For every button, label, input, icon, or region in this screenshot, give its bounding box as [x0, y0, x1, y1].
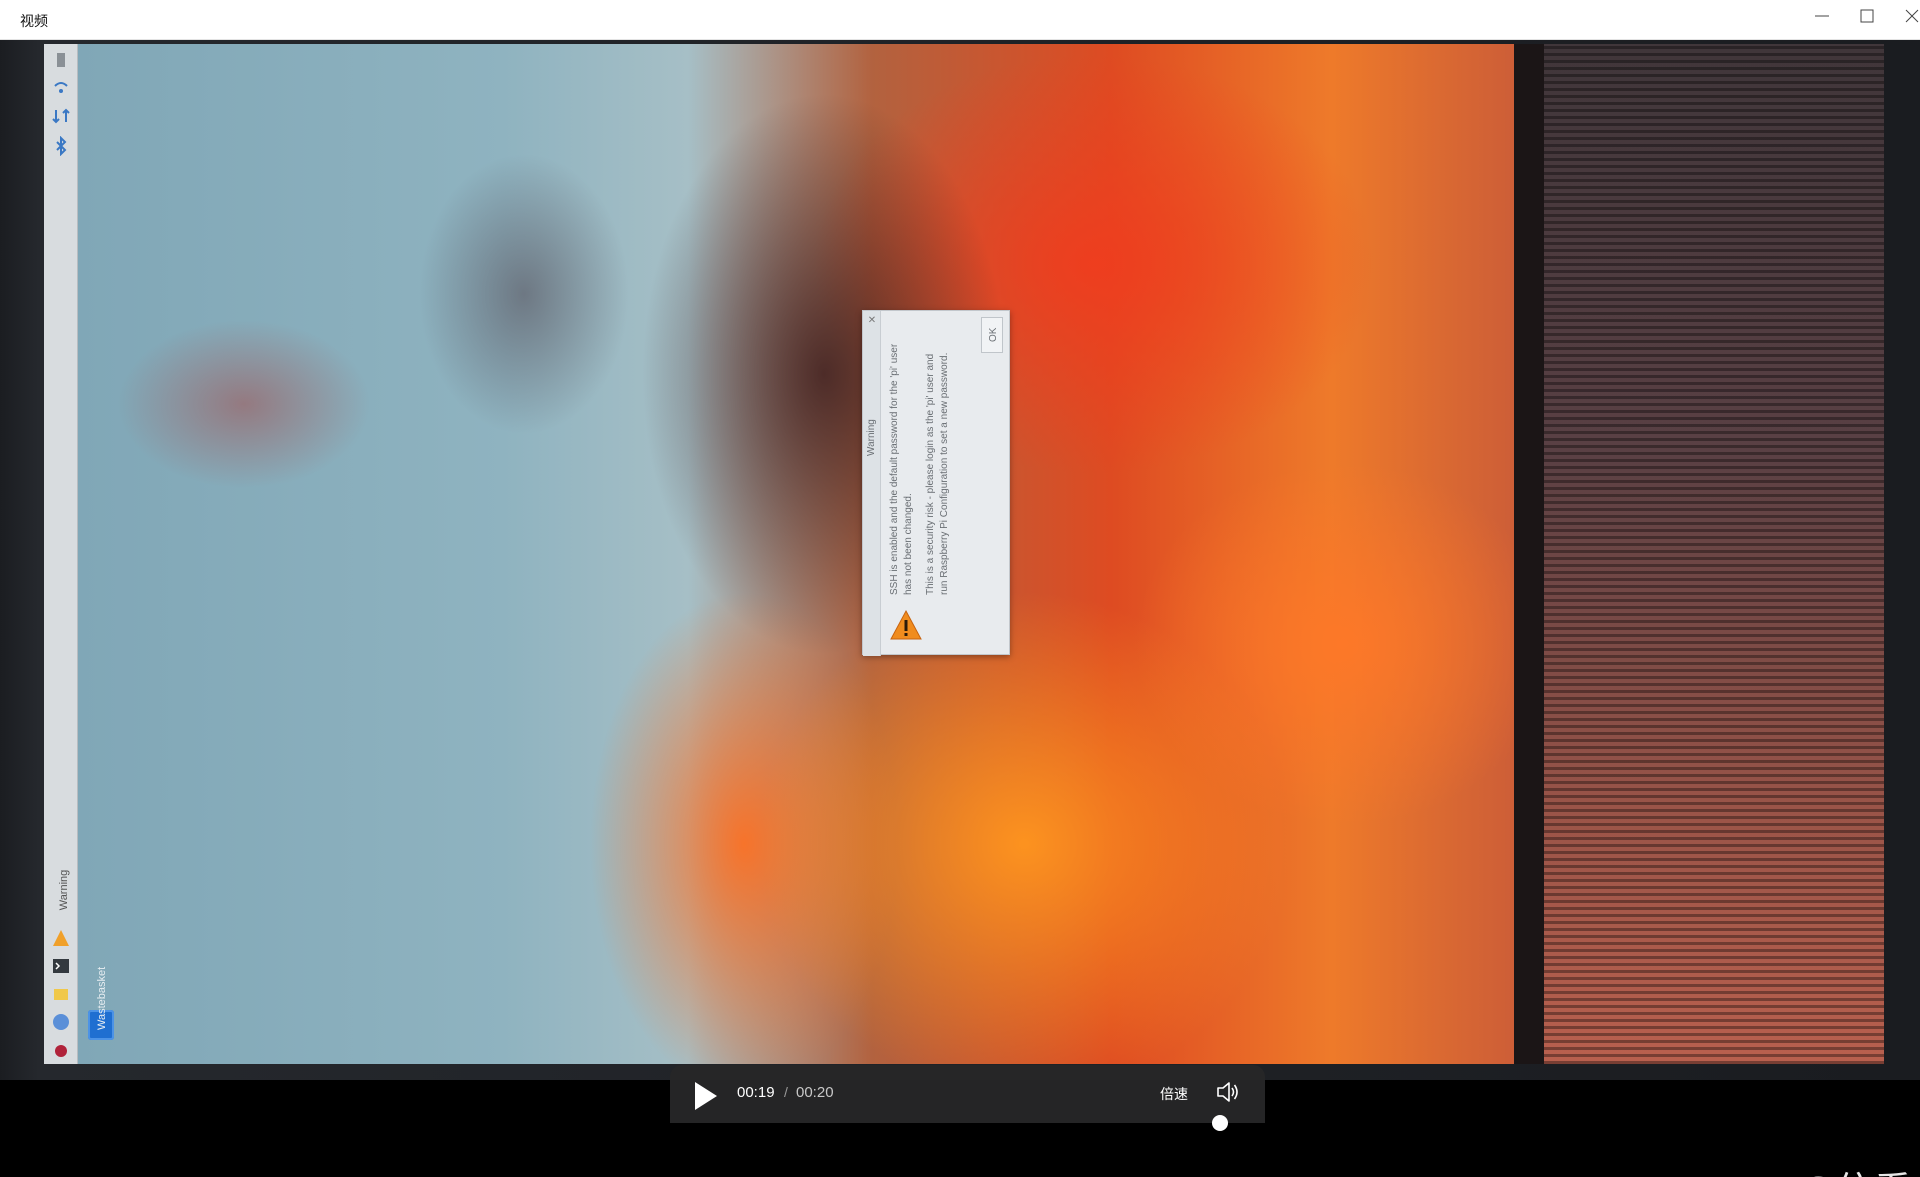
window-title: 视频	[20, 13, 48, 29]
terminal-icon[interactable]	[51, 956, 71, 976]
minimize-button[interactable]	[1800, 0, 1844, 32]
dialog-close-icon[interactable]: ✕	[866, 315, 878, 327]
minimize-icon	[1815, 15, 1829, 17]
volume-tray-icon	[57, 53, 65, 67]
window-titlebar: 视频	[0, 0, 1920, 40]
close-button[interactable]	[1890, 0, 1920, 32]
taskbar-warning-label[interactable]: Warning	[58, 860, 70, 920]
raspberry-menu-icon[interactable]	[51, 1040, 71, 1060]
time-separator: /	[784, 1084, 788, 1100]
wastebasket-desktop-icon[interactable]: Wastebasket	[86, 967, 146, 1070]
warning-dialog: ✕ Warning SSH is enabled and the default…	[862, 310, 1010, 656]
video-player[interactable]: Warning Wastebasket ✕ Warning SSH is ena…	[0, 40, 1920, 1177]
wastebasket-label: Wastebasket	[96, 966, 108, 1030]
wifi-icon	[54, 82, 68, 93]
file-manager-icon[interactable]	[51, 984, 71, 1004]
dialog-message-line3: This is a security risk - please login a…	[925, 353, 936, 595]
dialog-message-line4: run Raspberry Pi Configuration to set a …	[939, 352, 950, 595]
dialog-ok-button[interactable]: OK	[981, 317, 1003, 353]
dialog-ok-label: OK	[988, 327, 999, 342]
volume-icon[interactable]	[1215, 1079, 1241, 1105]
watermark: CSDN @信看	[1679, 1160, 1912, 1177]
bluetooth-icon	[56, 136, 67, 156]
video-frame: Warning Wastebasket ✕ Warning SSH is ena…	[0, 40, 1920, 1080]
close-icon	[1905, 9, 1919, 23]
dialog-title: Warning	[866, 419, 877, 456]
warning-icon	[890, 609, 922, 640]
dialog-titlebar: ✕ Warning	[863, 311, 881, 656]
desktop-taskbar: Warning	[44, 44, 78, 1064]
maximize-button[interactable]	[1845, 0, 1889, 32]
video-duration: 00:20	[796, 1084, 834, 1101]
playback-speed-button[interactable]: 倍速	[1160, 1084, 1188, 1104]
volume-slider-knob[interactable]	[1212, 1115, 1228, 1131]
dialog-message-line1: SSH is enabled and the default password …	[889, 343, 900, 595]
sea-region	[1544, 44, 1884, 1064]
network-transfer-icon	[52, 108, 70, 124]
current-time: 00:19	[737, 1084, 775, 1101]
browser-icon[interactable]	[51, 1012, 71, 1032]
maximize-icon	[1860, 9, 1874, 23]
player-controls: 00:19 / 00:20 倍速	[670, 1065, 1265, 1131]
warning-tray-icon[interactable]	[51, 928, 71, 948]
dialog-message-line2: has not been changed.	[903, 493, 914, 595]
play-icon[interactable]	[690, 1079, 720, 1113]
